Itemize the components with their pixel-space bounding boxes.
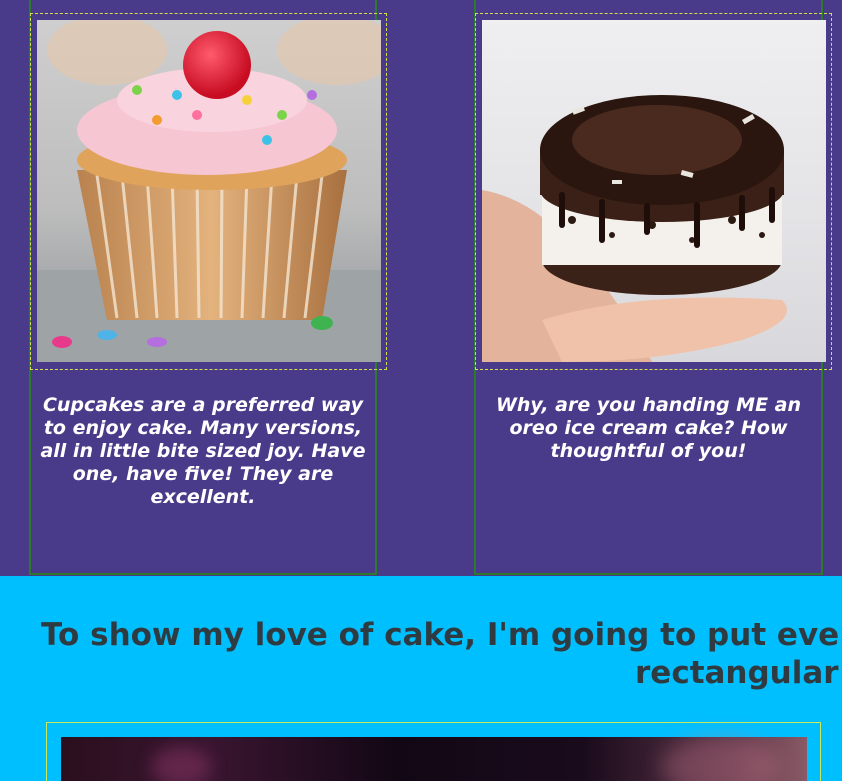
cupcake-photo — [37, 20, 381, 362]
bokeh-light — [151, 747, 211, 781]
cake-gallery-section: Cupcakes are a preferred way to enjoy ca… — [0, 0, 842, 576]
cupcake-caption: Cupcakes are a preferred way to enjoy ca… — [40, 394, 366, 508]
oreo-cake-caption: Why, are you handing ME an oreo ice crea… — [495, 394, 802, 462]
dark-bokeh-photo — [61, 737, 807, 781]
section-heading-line-1: To show my love of cake, I'm going to pu… — [41, 617, 840, 653]
section-heading-line-2: rectangular! — [635, 655, 842, 691]
oreo-ice-cream-cake-photo — [482, 20, 826, 362]
cake-love-section: To show my love of cake, I'm going to pu… — [0, 576, 842, 781]
section-heading: To show my love of cake, I'm going to pu… — [41, 616, 842, 692]
bokeh-light — [661, 737, 781, 781]
